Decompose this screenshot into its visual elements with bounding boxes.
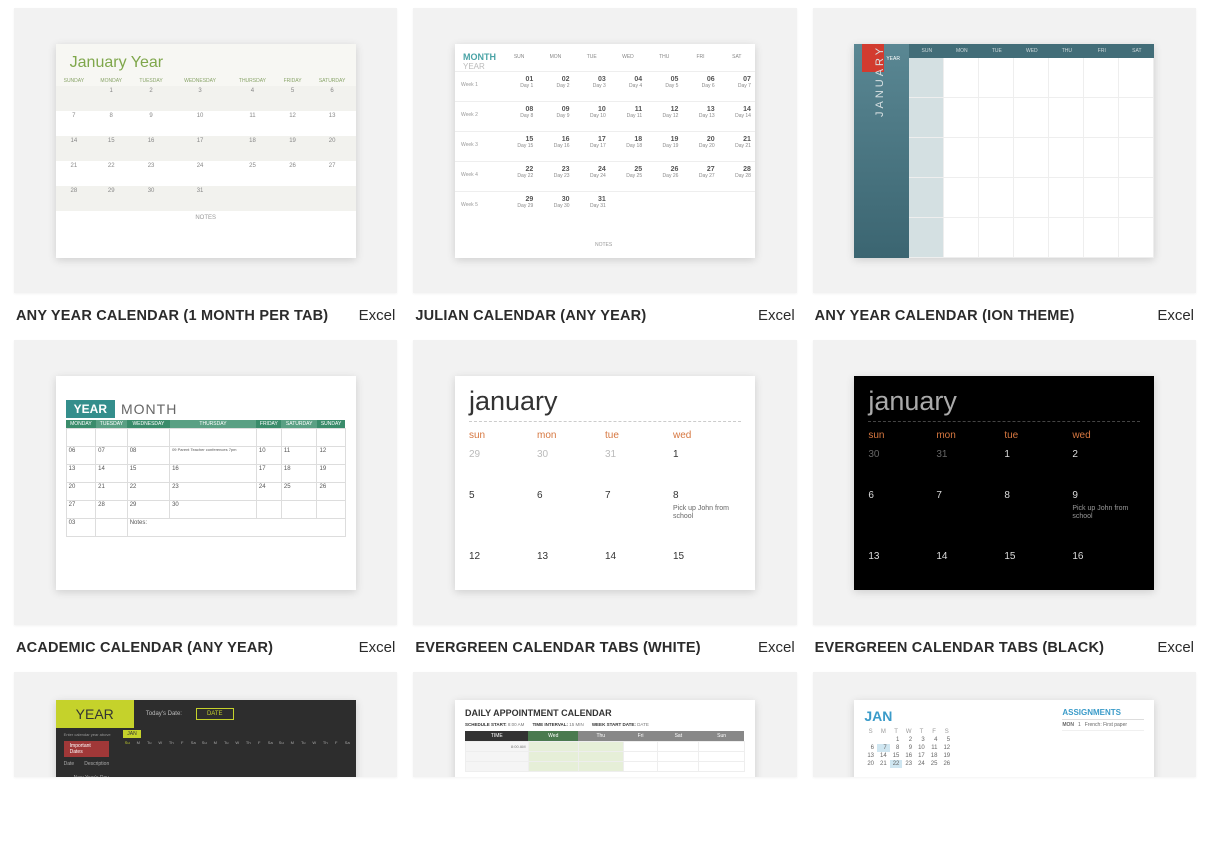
template-card[interactable]: YEAR MONTH MONDAYTUESDAYWEDNESDAYTHURSDA… (14, 340, 397, 656)
template-thumbnail: YEAR JANUARY SUNMONTUEWEDTHUFRISAT (813, 8, 1196, 293)
template-app: Excel (758, 307, 795, 324)
template-card[interactable]: DAILY APPOINTMENT CALENDAR SCHEDULE STAR… (413, 672, 796, 777)
template-thumbnail: JAN SMTWTFS 12345 6789101112 13141516171… (813, 672, 1196, 777)
template-title: JULIAN CALENDAR (ANY YEAR) (415, 308, 646, 324)
template-thumbnail: january sunmontuewed 2930311 5678Pick up… (413, 340, 796, 625)
template-card[interactable]: YEAR JANUARY SUNMONTUEWEDTHUFRISAT (813, 8, 1196, 324)
template-card[interactable]: MONTH YEAR SUNMONTUEWEDTHUFRISAT Week 10… (413, 8, 796, 324)
template-card[interactable]: january sunmontuewed 303112 6789Pick up … (813, 340, 1196, 656)
template-card[interactable]: january sunmontuewed 2930311 5678Pick up… (413, 340, 796, 656)
template-thumbnail: YEAR Today's Date:DATE Enter calendar ye… (14, 672, 397, 777)
template-card[interactable]: JAN SMTWTFS 12345 6789101112 13141516171… (813, 672, 1196, 777)
template-grid: January Year SUNDAYMONDAYTUESDAYWEDNESDA… (14, 8, 1196, 777)
template-card[interactable]: January Year SUNDAYMONDAYTUESDAYWEDNESDA… (14, 8, 397, 324)
template-title: EVERGREEN CALENDAR TABS (WHITE) (415, 640, 700, 656)
template-title: ACADEMIC CALENDAR (ANY YEAR) (16, 640, 273, 656)
template-thumbnail: January Year SUNDAYMONDAYTUESDAYWEDNESDA… (14, 8, 397, 293)
template-card[interactable]: YEAR Today's Date:DATE Enter calendar ye… (14, 672, 397, 777)
template-app: Excel (1157, 639, 1194, 656)
template-thumbnail: YEAR MONTH MONDAYTUESDAYWEDNESDAYTHURSDA… (14, 340, 397, 625)
template-thumbnail: DAILY APPOINTMENT CALENDAR SCHEDULE STAR… (413, 672, 796, 777)
template-title: ANY YEAR CALENDAR (1 MONTH PER TAB) (16, 308, 328, 324)
template-thumbnail: january sunmontuewed 303112 6789Pick up … (813, 340, 1196, 625)
template-app: Excel (758, 639, 795, 656)
preview-month-year: January Year (56, 44, 356, 76)
template-app: Excel (359, 307, 396, 324)
template-title: EVERGREEN CALENDAR TABS (BLACK) (815, 640, 1105, 656)
template-app: Excel (1157, 307, 1194, 324)
template-app: Excel (359, 639, 396, 656)
template-title: ANY YEAR CALENDAR (ION THEME) (815, 308, 1075, 324)
template-thumbnail: MONTH YEAR SUNMONTUEWEDTHUFRISAT Week 10… (413, 8, 796, 293)
